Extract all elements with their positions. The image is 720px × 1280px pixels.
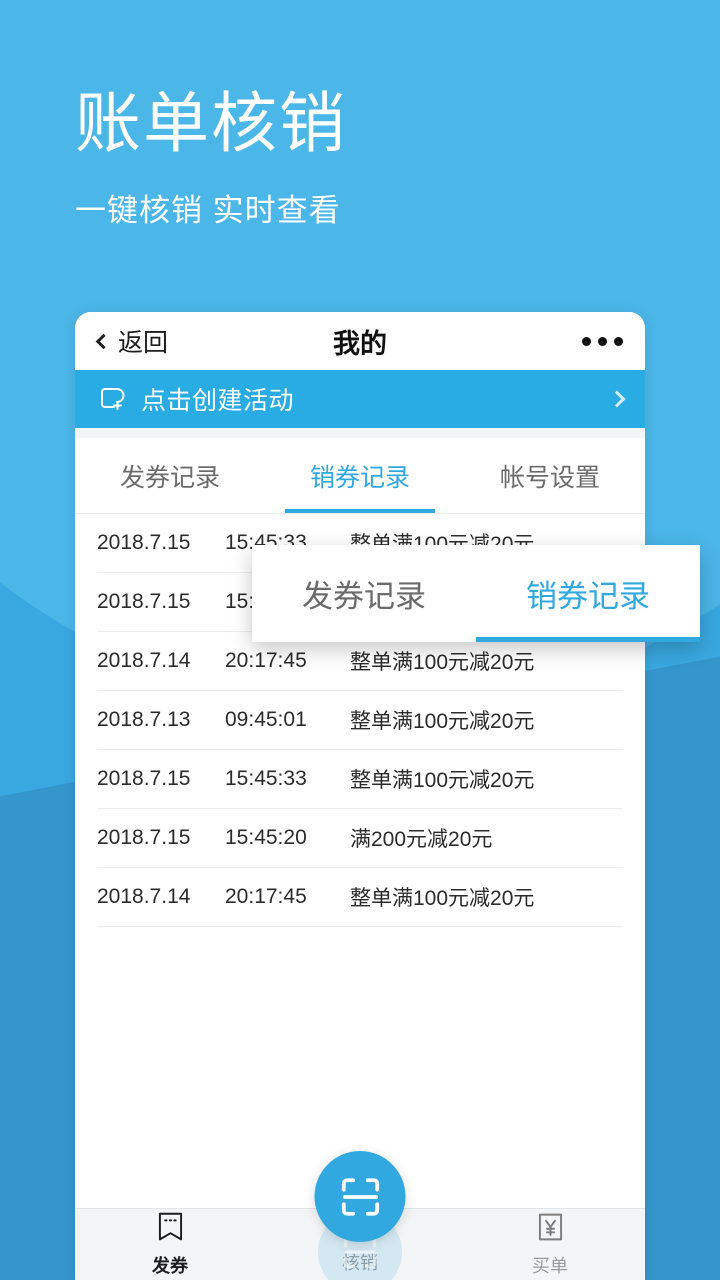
row-date: 2018.7.14	[97, 885, 191, 908]
tab-zhanghao-shezhi[interactable]: 帐号设置	[455, 438, 645, 513]
row-date: 2018.7.15	[97, 590, 191, 613]
row-date: 2018.7.14	[97, 649, 191, 672]
row-date: 2018.7.15	[97, 826, 191, 849]
more-options-button[interactable]	[582, 336, 623, 346]
table-row[interactable]: 2018.7.13 09:45:01 整单满100元减20元	[97, 691, 623, 750]
row-time: 15:45:20	[225, 826, 307, 849]
yuan-pay-icon	[537, 1212, 564, 1247]
back-button-label: 返回	[118, 329, 169, 357]
callout-tab-xiaojuan-jilu[interactable]: 销券记录	[476, 545, 700, 642]
back-button[interactable]: 返回	[95, 323, 169, 359]
bottom-nav-item-fajuan[interactable]: 发券	[75, 1209, 265, 1280]
row-description: 整单满100元减20元	[350, 651, 535, 674]
tab-xiaojuan-jilu[interactable]: 销券记录	[265, 438, 455, 513]
callout-tab-label: 销券记录	[526, 579, 650, 614]
create-activity-banner[interactable]: 点击创建活动	[75, 370, 645, 428]
phone-panel: 返回 我的 点击创建活动 发券记录 销券记录 帐号设置 2018.7.15 15…	[75, 312, 645, 1280]
create-activity-icon	[97, 384, 127, 414]
row-description: 满200元减20元	[350, 828, 493, 851]
table-row[interactable]: 2018.7.15 15:45:20 满200元减20元	[97, 809, 623, 868]
scan-fab-button[interactable]	[314, 1151, 406, 1242]
more-dots-icon	[614, 336, 623, 346]
bottom-nav-item-maidan[interactable]: 买单	[455, 1209, 645, 1280]
hero-section: 账单核销 一键核销 实时查看	[75, 85, 347, 230]
row-description: 整单满100元减20元	[350, 769, 535, 792]
zoom-callout-card: 发券记录 销券记录	[252, 545, 700, 642]
coupon-icon	[157, 1212, 184, 1247]
row-date: 2018.7.15	[97, 767, 191, 790]
callout-tab-fajuan-jilu[interactable]: 发券记录	[252, 545, 476, 642]
app-screenshot: 账单核销 一键核销 实时查看 返回 我的 点击创建活动 发券记录 销券记录 帐号…	[0, 0, 720, 1280]
create-activity-label: 点击创建活动	[141, 387, 295, 415]
chevron-right-icon	[608, 390, 626, 408]
row-description: 整单满100元减20元	[350, 710, 535, 733]
section-divider	[75, 428, 645, 438]
row-time: 20:17:45	[225, 649, 307, 672]
tab-fajuan-jilu[interactable]: 发券记录	[75, 438, 265, 513]
bottom-nav-label: 发券	[152, 1255, 188, 1276]
tab-label: 发券记录	[119, 463, 220, 492]
row-time: 09:45:01	[225, 708, 307, 731]
scan-code-icon	[341, 1177, 379, 1216]
table-row[interactable]: 2018.7.14 20:17:45 整单满100元减20元	[97, 868, 623, 927]
navigation-bar: 返回 我的	[75, 312, 645, 370]
row-date: 2018.7.15	[97, 531, 191, 554]
tab-label: 销券记录	[309, 463, 410, 492]
more-dots-icon	[582, 336, 591, 346]
row-date: 2018.7.13	[97, 708, 191, 731]
tab-label: 帐号设置	[499, 463, 600, 492]
record-tabs: 发券记录 销券记录 帐号设置	[75, 438, 645, 514]
hero-subtitle: 一键核销 实时查看	[75, 192, 341, 228]
callout-tab-label: 发券记录	[302, 579, 426, 614]
bottom-nav-label: 核销	[342, 1253, 378, 1273]
row-time: 20:17:45	[225, 885, 307, 908]
chevron-left-icon	[95, 333, 112, 349]
hero-title: 账单核销	[75, 86, 347, 160]
table-row[interactable]: 2018.7.15 15:45:33 整单满100元减20元	[97, 750, 623, 809]
row-time: 15:45:33	[225, 767, 307, 790]
row-description: 整单满100元减20元	[350, 887, 535, 910]
bottom-nav-label: 买单	[532, 1255, 568, 1276]
more-dots-icon	[598, 336, 607, 346]
